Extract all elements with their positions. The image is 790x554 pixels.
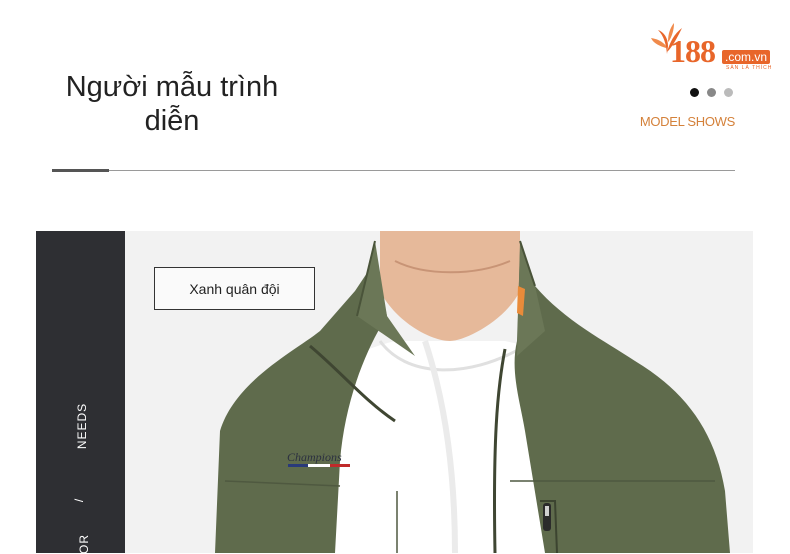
side-text-or: OR	[77, 534, 91, 554]
logo-domain: .com.vn	[722, 50, 771, 64]
color-label: Xanh quân đội	[189, 280, 280, 297]
side-text-slash: /	[72, 497, 87, 503]
carousel-dot-3[interactable]	[724, 88, 733, 97]
side-panel	[36, 231, 125, 553]
color-label-box: Xanh quân đội	[154, 267, 315, 310]
site-logo[interactable]: 188 .com.vn SÀN LÀ THÍCH	[648, 20, 778, 72]
carousel-dot-1[interactable]	[690, 88, 699, 97]
logo-number: 188	[670, 33, 716, 69]
divider	[52, 170, 735, 171]
section-subtitle: MODEL SHOWS	[639, 114, 735, 129]
carousel-dot-2[interactable]	[707, 88, 716, 97]
divider-accent	[52, 169, 109, 172]
side-text-needs: NEEDS	[75, 402, 90, 450]
carousel-dots	[690, 88, 733, 97]
brand-embroidery: Champions	[287, 450, 342, 464]
logo-tagline: SÀN LÀ THÍCH	[726, 65, 773, 71]
page-title: Người mẫu trình diễn	[65, 71, 279, 137]
